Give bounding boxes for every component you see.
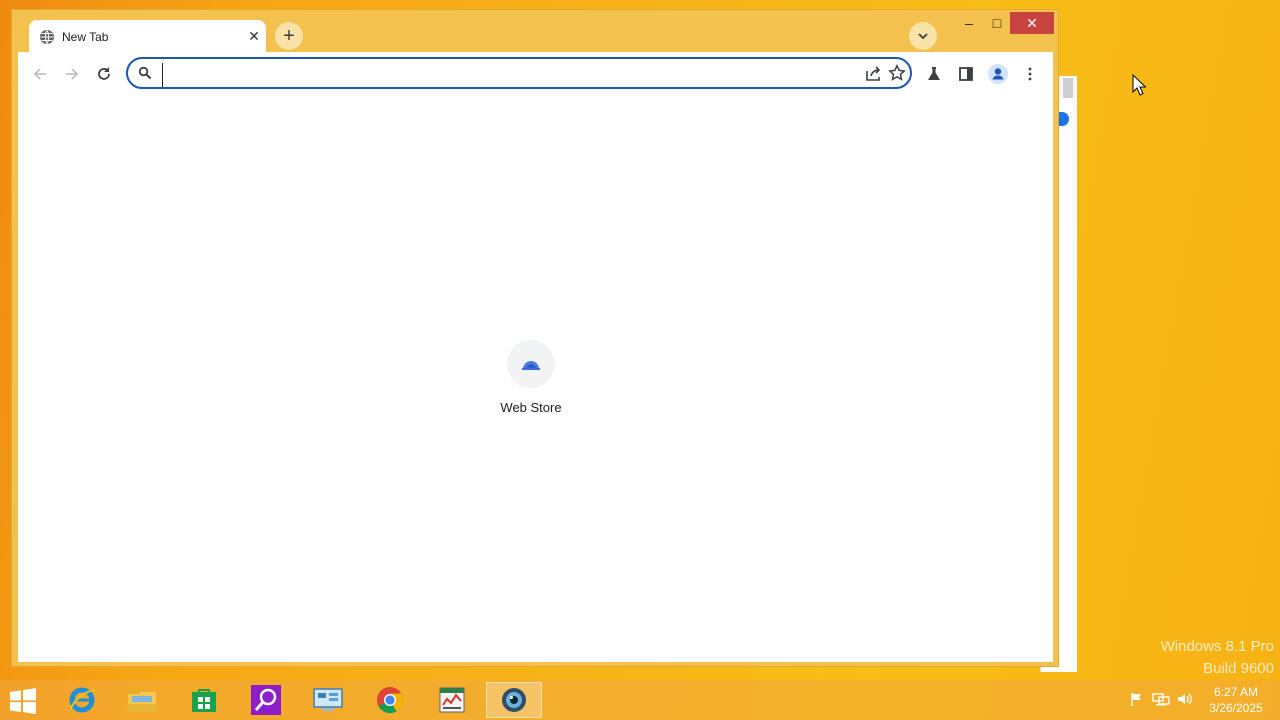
taskbar-app-chrome[interactable] — [362, 682, 418, 718]
control-panel-icon — [313, 688, 343, 711]
taskbar-app-task-manager[interactable] — [424, 682, 480, 718]
taskbar-app-search[interactable] — [238, 682, 294, 718]
watermark-build: Build 9600 — [1203, 660, 1274, 677]
new-tab-button[interactable]: + — [275, 22, 303, 50]
arrow-right-icon — [66, 68, 79, 80]
network-icon[interactable] — [1152, 690, 1170, 708]
background-window-scrollbar — [1063, 78, 1073, 98]
camera-app-icon — [502, 688, 526, 712]
tab-new-tab[interactable]: New Tab ✕ — [29, 20, 266, 54]
chevron-down-icon — [918, 33, 928, 40]
shortcut-web-store[interactable]: Web Store — [486, 336, 576, 426]
browser-toolbar — [18, 52, 1053, 96]
reload-icon — [98, 67, 110, 80]
flask-icon — [928, 67, 940, 80]
more-vert-icon — [1028, 67, 1032, 81]
windows-watermark: Windows 8.1 Pro Build 9600 — [1161, 636, 1274, 680]
windows-logo-icon — [10, 688, 36, 714]
globe-icon — [39, 29, 55, 45]
star-icon[interactable] — [888, 64, 906, 82]
side-panel-icon — [959, 67, 973, 81]
file-explorer-icon — [128, 689, 156, 712]
arrow-left-icon — [33, 68, 46, 80]
clock-date: 3/26/2025 — [1209, 701, 1263, 715]
watermark-edition: Windows 8.1 Pro — [1160, 638, 1274, 655]
tab-title: New Tab — [62, 30, 109, 44]
forward-button[interactable] — [60, 62, 84, 86]
search-app-icon — [251, 685, 281, 715]
profile-icon — [988, 64, 1008, 84]
taskbar-app-camera[interactable] — [486, 682, 542, 718]
new-tab-page: Web Store — [18, 96, 1053, 662]
taskbar-app-control-panel[interactable] — [300, 682, 356, 718]
web-store-icon — [522, 361, 540, 370]
chrome-menu-button[interactable] — [1018, 62, 1042, 86]
minimize-button[interactable]: – — [954, 12, 984, 34]
maximize-button[interactable]: □ — [982, 12, 1012, 34]
address-input[interactable] — [162, 63, 847, 87]
action-center-flag-icon[interactable] — [1128, 690, 1146, 708]
plus-icon: + — [283, 24, 295, 47]
volume-icon[interactable] — [1176, 690, 1194, 708]
start-button[interactable] — [8, 688, 40, 714]
chrome-icon — [377, 687, 404, 714]
clock-time: 6:27 AM — [1213, 685, 1259, 699]
mouse-cursor-icon — [1132, 74, 1146, 96]
close-tab-icon[interactable]: ✕ — [245, 27, 263, 45]
store-icon — [192, 689, 216, 712]
tab-search-button[interactable] — [909, 22, 937, 50]
taskbar: 6:27 AM 3/26/2025 — [0, 680, 1280, 720]
background-window-tab-icon — [1059, 112, 1069, 126]
shortcut-label: Web Store — [500, 400, 562, 415]
shortcut-tile[interactable] — [507, 340, 555, 388]
reload-button[interactable] — [92, 62, 116, 86]
address-bar[interactable] — [126, 57, 912, 89]
profile-button[interactable] — [986, 62, 1010, 86]
taskbar-app-file-explorer[interactable] — [114, 682, 170, 718]
internet-explorer-icon — [69, 687, 96, 713]
taskbar-app-store[interactable] — [176, 682, 232, 718]
task-manager-icon — [439, 687, 465, 713]
close-window-button[interactable]: ✕ — [1010, 12, 1054, 34]
taskbar-app-internet-explorer[interactable] — [54, 682, 110, 718]
search-icon — [138, 66, 152, 80]
chrome-window: – □ ✕ New Tab ✕ + Web Store — [11, 9, 1059, 667]
back-button[interactable] — [28, 62, 52, 86]
side-panel-button[interactable] — [954, 62, 978, 86]
taskbar-clock[interactable]: 6:27 AM 3/26/2025 — [1198, 684, 1274, 716]
labs-button[interactable] — [922, 62, 946, 86]
share-icon[interactable] — [864, 65, 882, 83]
